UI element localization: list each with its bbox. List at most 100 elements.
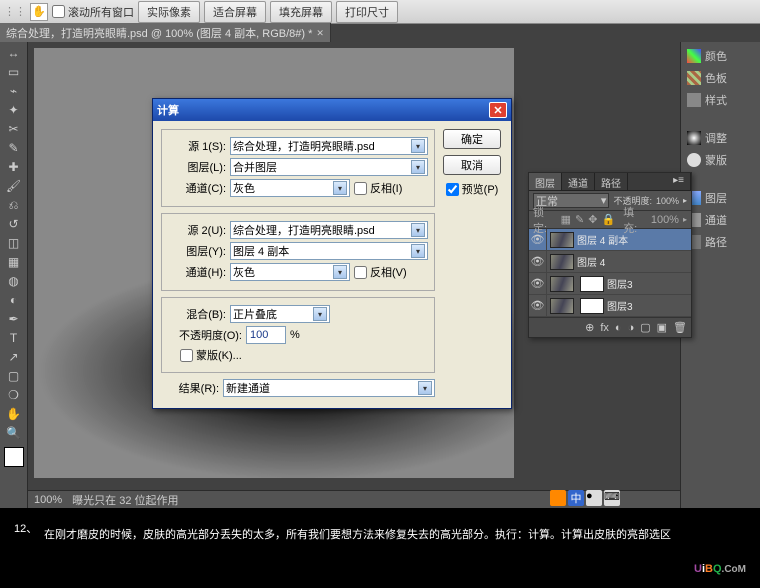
visibility-icon[interactable]: 👁	[529, 273, 547, 295]
styles-icon	[687, 93, 701, 107]
lock-paint-icon[interactable]: ✎	[575, 213, 584, 226]
preview-checkbox[interactable]: 预览(P)	[446, 181, 499, 197]
close-tab-icon[interactable]: ✕	[316, 28, 324, 39]
calculations-dialog: 计算 ✕ 源 1(S):综合处理，打造明亮眼睛.psd▾ 图层(L):合并图层▾…	[152, 98, 512, 409]
tab-channels[interactable]: 通道	[562, 173, 595, 190]
link-icon[interactable]: ⊕	[585, 321, 594, 334]
layer-y-select[interactable]: 图层 4 副本▾	[230, 242, 428, 260]
visibility-icon[interactable]: 👁	[529, 295, 547, 317]
wand-tool-icon[interactable]: ✦	[3, 101, 25, 119]
result-label: 结果(R):	[161, 380, 219, 396]
pen-tool-icon[interactable]: ✒	[3, 310, 25, 328]
opacity-input[interactable]: 100	[246, 326, 286, 344]
cancel-button[interactable]: 取消	[443, 155, 501, 175]
invert-v-checkbox[interactable]: 反相(V)	[354, 264, 407, 280]
src1-select[interactable]: 综合处理，打造明亮眼睛.psd▾	[230, 137, 428, 155]
dialog-titlebar[interactable]: 计算 ✕	[153, 99, 511, 121]
marquee-tool-icon[interactable]: ▭	[3, 63, 25, 81]
mask-add-icon[interactable]: ◐	[615, 322, 622, 334]
group-icon[interactable]: ▢	[640, 321, 650, 334]
history-brush-icon[interactable]: ↺	[3, 215, 25, 233]
ime-icon[interactable]	[550, 490, 566, 506]
trash-icon[interactable]: 🗑	[673, 321, 687, 334]
dodge-tool-icon[interactable]: ◐	[3, 291, 25, 309]
invert-i-checkbox[interactable]: 反相(I)	[354, 180, 402, 196]
fill-label: 填充:	[623, 204, 647, 236]
ime-icon[interactable]: 中	[568, 490, 584, 506]
stamp-tool-icon[interactable]: ⎌	[3, 196, 25, 214]
layer-row[interactable]: 👁图层 4 副本	[529, 229, 691, 251]
opacity-value[interactable]: 100%	[656, 196, 679, 206]
heal-tool-icon[interactable]: ✚	[3, 158, 25, 176]
chan-h-select[interactable]: 灰色▾	[230, 263, 350, 281]
print-size-button[interactable]: 打印尺寸	[336, 1, 398, 23]
panel-styles[interactable]: 样式	[683, 90, 758, 110]
src2-label: 源 2(U):	[168, 222, 226, 238]
tab-layers[interactable]: 图层	[529, 173, 562, 190]
src2-select[interactable]: 综合处理，打造明亮眼睛.psd▾	[230, 221, 428, 239]
site-logo: UiBQ.CoM	[694, 555, 746, 580]
hand-tool-icon[interactable]: ✋	[3, 405, 25, 423]
hand-tool-icon[interactable]: ✋	[30, 3, 48, 21]
layers-panel-locks: 锁定: ▦ ✎ ✥ 🔒 填充: 100%▸	[529, 211, 691, 229]
layer-row[interactable]: 👁 图层 4	[529, 251, 691, 273]
blend-select[interactable]: 正片叠底▾	[230, 305, 330, 323]
path-tool-icon[interactable]: ↗	[3, 348, 25, 366]
result-select[interactable]: 新建通道▾	[223, 379, 435, 397]
fit-screen-button[interactable]: 适合屏幕	[204, 1, 266, 23]
mask-checkbox[interactable]: 蒙版(K)...	[180, 347, 242, 363]
panel-paths[interactable]: 路径	[683, 232, 758, 252]
actual-pixels-button[interactable]: 实际像素	[138, 1, 200, 23]
layer-row[interactable]: 👁图层3	[529, 273, 691, 295]
layer-name: 图层 4	[577, 254, 605, 269]
zoom-level[interactable]: 100%	[34, 494, 62, 506]
lock-move-icon[interactable]: ✥	[588, 213, 597, 226]
panel-layers[interactable]: 图层	[683, 188, 758, 208]
lock-trans-icon[interactable]: ▦	[561, 213, 571, 226]
document-title: 综合处理，打造明亮眼睛.psd @ 100% (图层 4 副本, RGB/8#)…	[6, 25, 312, 41]
blur-tool-icon[interactable]: ◍	[3, 272, 25, 290]
type-tool-icon[interactable]: T	[3, 329, 25, 347]
panel-channels[interactable]: 通道	[683, 210, 758, 230]
chan-c-select[interactable]: 灰色▾	[230, 179, 350, 197]
panel-swatches[interactable]: 色板	[683, 68, 758, 88]
ime-icon[interactable]: ●	[586, 490, 602, 506]
panel-menu-icon[interactable]: ▸≡	[667, 173, 691, 190]
fill-value[interactable]: 100%	[651, 214, 679, 226]
fill-screen-button[interactable]: 填充屏幕	[270, 1, 332, 23]
crop-tool-icon[interactable]: ✂	[3, 120, 25, 138]
layer-thumb	[550, 254, 574, 270]
ok-button[interactable]: 确定	[443, 129, 501, 149]
panel-adjustments[interactable]: 调整	[683, 128, 758, 148]
3d-tool-icon[interactable]: ❍	[3, 386, 25, 404]
document-tab[interactable]: 综合处理，打造明亮眼睛.psd @ 100% (图层 4 副本, RGB/8#)…	[0, 23, 331, 43]
tab-paths[interactable]: 路径	[595, 173, 628, 190]
adj-layer-icon[interactable]: ◑	[628, 322, 635, 334]
color-swatch[interactable]	[4, 447, 24, 467]
lock-all-icon[interactable]: 🔒	[601, 213, 615, 226]
panel-color[interactable]: 颜色	[683, 46, 758, 66]
move-tool-icon[interactable]: ↔	[3, 44, 25, 62]
visibility-icon[interactable]: 👁	[529, 229, 547, 251]
opacity-label: 不透明度(O):	[168, 327, 242, 343]
brush-tool-icon[interactable]: 🖌	[3, 177, 25, 195]
right-panel-dock: 颜色 色板 样式 调整 蒙版 图层 通道 路径	[680, 42, 760, 508]
visibility-icon[interactable]: 👁	[529, 251, 547, 273]
mask-thumb	[580, 276, 604, 292]
photoshop-app: ⋮⋮ ✋ 滚动所有窗口 实际像素 适合屏幕 填充屏幕 打印尺寸 综合处理，打造明…	[0, 0, 760, 508]
scroll-all-checkbox[interactable]: 滚动所有窗口	[52, 4, 134, 20]
eyedropper-tool-icon[interactable]: ✎	[3, 139, 25, 157]
ime-icon[interactable]: ⌨	[604, 490, 620, 506]
panel-masks[interactable]: 蒙版	[683, 150, 758, 170]
fx-icon[interactable]: fx	[600, 322, 609, 334]
gradient-tool-icon[interactable]: ▦	[3, 253, 25, 271]
eraser-tool-icon[interactable]: ◫	[3, 234, 25, 252]
close-icon[interactable]: ✕	[489, 102, 507, 118]
layer-l-select[interactable]: 合并图层▾	[230, 158, 428, 176]
zoom-tool-icon[interactable]: 🔍	[3, 424, 25, 442]
new-layer-icon[interactable]: ▣	[657, 321, 667, 334]
swatches-icon	[687, 71, 701, 85]
lasso-tool-icon[interactable]: ⌁	[3, 82, 25, 100]
layer-row[interactable]: 👁图层3	[529, 295, 691, 317]
shape-tool-icon[interactable]: ▢	[3, 367, 25, 385]
